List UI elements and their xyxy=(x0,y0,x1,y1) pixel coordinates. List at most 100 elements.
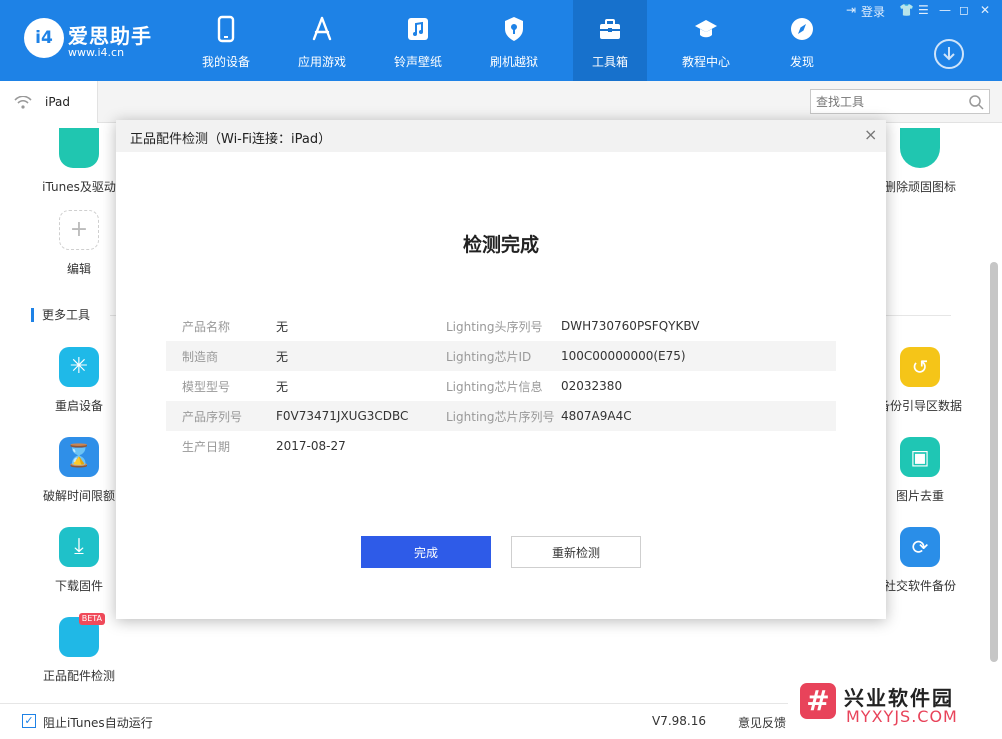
tool-social-app-backup[interactable]: ⟳ 社交软件备份 xyxy=(872,527,968,594)
nav-flash-jailbreak[interactable]: 刷机越狱 xyxy=(477,0,551,81)
accessory-info-table: 产品名称 无 Lighting头序列号 DWH730760PSFQYKBV 制造… xyxy=(166,311,836,461)
brand-name: 爱思助手 xyxy=(68,24,152,48)
nav-toolbox[interactable]: 工具箱 xyxy=(573,0,647,81)
app-header: i4 爱思助手 www.i4.cn 我的设备 应用游戏 铃声壁纸 刷机越狱 工具… xyxy=(0,0,1002,81)
device-tab-bar: iPad xyxy=(0,81,1002,123)
nav-label: 工具箱 xyxy=(591,55,628,69)
minimize-icon[interactable]: — xyxy=(939,3,951,17)
hourglass-icon: ⌛ xyxy=(59,437,99,477)
nav-ringtones-wallpapers[interactable]: 铃声壁纸 xyxy=(381,0,455,81)
field-value: 4807A9A4C xyxy=(561,401,836,431)
toolbox-icon xyxy=(600,19,620,39)
scrollbar[interactable] xyxy=(990,262,998,662)
tool-label: 编辑 xyxy=(66,262,91,276)
field-value: 无 xyxy=(276,319,289,334)
tool-label: 正品配件检测 xyxy=(42,669,115,683)
dialog-title: 正品配件检测（Wi-Fi连接：iPad） xyxy=(130,132,332,147)
field-value: F0V73471JXUG3CDBC xyxy=(276,401,446,431)
close-icon[interactable]: × xyxy=(864,125,877,144)
download-firmware-icon: ⤓ xyxy=(59,527,99,567)
feedback-link[interactable]: 意见反馈 xyxy=(738,714,786,731)
field-label: 产品序列号 xyxy=(166,401,276,431)
tool-label: 下载固件 xyxy=(54,579,103,593)
field-value: 无 xyxy=(276,379,289,394)
nav-tutorial-center[interactable]: 教程中心 xyxy=(669,0,743,81)
info-row: 产品名称 无 Lighting头序列号 DWH730760PSFQYKBV xyxy=(166,311,836,341)
music-icon xyxy=(408,18,428,40)
menu-icon[interactable]: ☰ xyxy=(918,3,929,17)
version-label: V7.98.16 xyxy=(652,714,707,728)
nav-label: 我的设备 xyxy=(201,55,250,69)
search-icon[interactable] xyxy=(968,94,984,110)
done-button[interactable]: 完成 xyxy=(361,536,491,568)
tool-label: 社交软件备份 xyxy=(883,579,956,593)
tool-edit[interactable]: + 编辑 xyxy=(31,210,127,277)
shield-icon xyxy=(505,17,523,41)
search-tools xyxy=(810,89,990,114)
device-tab-label: iPad xyxy=(45,95,71,109)
field-label: 制造商 xyxy=(166,341,276,371)
login-icon[interactable]: ⇥ xyxy=(846,3,856,17)
search-input[interactable] xyxy=(811,90,961,113)
compass-icon xyxy=(791,18,813,40)
delete-icon xyxy=(900,128,940,168)
field-label: Lighting芯片ID xyxy=(446,341,561,371)
field-label: Lighting芯片序列号 xyxy=(446,401,561,431)
field-value: 100C00000000(E75) xyxy=(561,341,836,371)
block-itunes-label[interactable]: 阻止iTunes自动运行 xyxy=(43,714,153,731)
tool-label: iTunes及驱动 xyxy=(42,180,116,194)
nav-apps-games[interactable]: 应用游戏 xyxy=(285,0,359,81)
info-row: 生产日期 2017-08-27 xyxy=(166,431,836,461)
tool-label: 图片去重 xyxy=(895,489,944,503)
info-row: 制造商 无 Lighting芯片ID 100C00000000(E75) xyxy=(166,341,836,371)
close-window-icon[interactable]: ✕ xyxy=(980,3,990,17)
info-row: 产品序列号 F0V73471JXUG3CDBC Lighting芯片序列号 48… xyxy=(166,401,836,431)
nav-label: 铃声壁纸 xyxy=(393,55,442,69)
skin-icon[interactable]: 👕 xyxy=(899,3,914,17)
block-itunes-checkbox[interactable]: ✓ xyxy=(22,714,36,728)
tool-genuine-accessory-check[interactable]: BETA 正品配件检测 xyxy=(31,613,127,684)
tool-label: 破解时间限额 xyxy=(42,489,115,503)
field-label xyxy=(446,431,561,461)
accessory-check-dialog: 正品配件检测（Wi-Fi连接：iPad） × 检测完成 产品名称 无 Light… xyxy=(116,120,886,619)
tool-label: 重启设备 xyxy=(54,399,103,413)
field-value xyxy=(561,431,836,461)
tool-crack-time-limit[interactable]: ⌛ 破解时间限额 xyxy=(31,437,127,504)
wifi-icon xyxy=(14,96,32,109)
tool-download-firmware[interactable]: ⤓ 下载固件 xyxy=(31,527,127,594)
site-watermark: # 兴业软件园 MYXYJS.COM xyxy=(788,676,1002,739)
more-tools-heading: 更多工具 xyxy=(31,308,90,322)
retest-button[interactable]: 重新检测 xyxy=(511,536,641,568)
backup-icon: ↺ xyxy=(900,347,940,387)
brand-url: www.i4.cn xyxy=(68,46,125,59)
tool-backup-boot-data[interactable]: ↺ 备份引导区数据 xyxy=(872,347,968,414)
info-row: 模型型号 无 Lighting芯片信息 02032380 xyxy=(166,371,836,401)
field-label: 模型型号 xyxy=(182,379,231,394)
itunes-icon xyxy=(59,128,99,168)
nav-my-device[interactable]: 我的设备 xyxy=(189,0,263,81)
download-manager-button[interactable] xyxy=(934,39,964,69)
field-label: Lighting头序列号 xyxy=(446,319,543,334)
device-tab-ipad[interactable]: iPad xyxy=(0,81,98,123)
nav-label: 教程中心 xyxy=(681,55,730,69)
nav-label: 发现 xyxy=(789,55,814,69)
result-heading: 检测完成 xyxy=(462,234,539,256)
nav-discover[interactable]: 发现 xyxy=(765,0,839,81)
nav-label: 应用游戏 xyxy=(297,55,346,69)
phone-icon xyxy=(217,15,235,43)
earphone-icon: BETA xyxy=(59,613,105,657)
field-value: DWH730760PSFQYKBV xyxy=(561,319,700,333)
restart-icon: ✳ xyxy=(59,347,99,387)
app-store-icon xyxy=(312,16,332,41)
nav-label: 刷机越狱 xyxy=(489,55,538,69)
login-link[interactable]: 登录 xyxy=(861,3,885,20)
tool-delete-stubborn-icons[interactable]: 删除顽固图标 xyxy=(872,128,968,195)
tool-restart-device[interactable]: ✳ 重启设备 xyxy=(31,347,127,414)
dialog-header: 正品配件检测（Wi-Fi连接：iPad） × xyxy=(116,120,886,152)
maximize-icon[interactable]: ◻ xyxy=(959,3,969,17)
social-backup-icon: ⟳ xyxy=(900,527,940,567)
tool-dedupe-photos[interactable]: ▣ 图片去重 xyxy=(872,437,968,504)
tool-itunes-drivers[interactable]: iTunes及驱动 xyxy=(31,128,127,195)
plus-icon: + xyxy=(59,210,99,250)
beta-badge: BETA xyxy=(78,613,105,625)
